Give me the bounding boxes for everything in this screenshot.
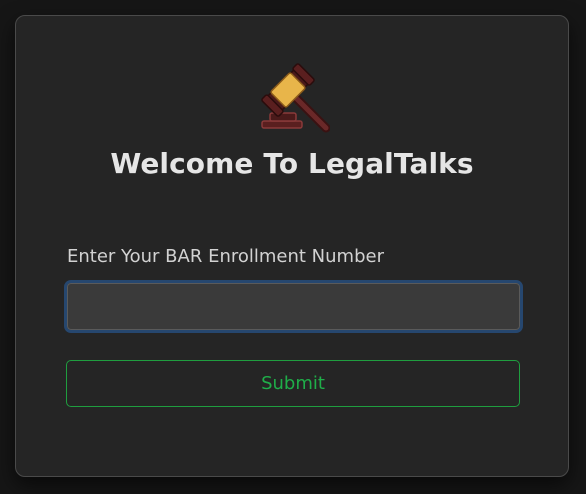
submit-button[interactable]: Submit [66,360,520,407]
enrollment-number-label: Enter Your BAR Enrollment Number [67,246,384,267]
page-title: Welcome To LegalTalks [110,147,474,180]
enrollment-number-input[interactable] [67,283,520,330]
gavel-icon [261,63,330,133]
login-card: Welcome To LegalTalks Enter Your BAR Enr… [15,15,569,477]
enrollment-number-field-wrapper [64,280,523,333]
